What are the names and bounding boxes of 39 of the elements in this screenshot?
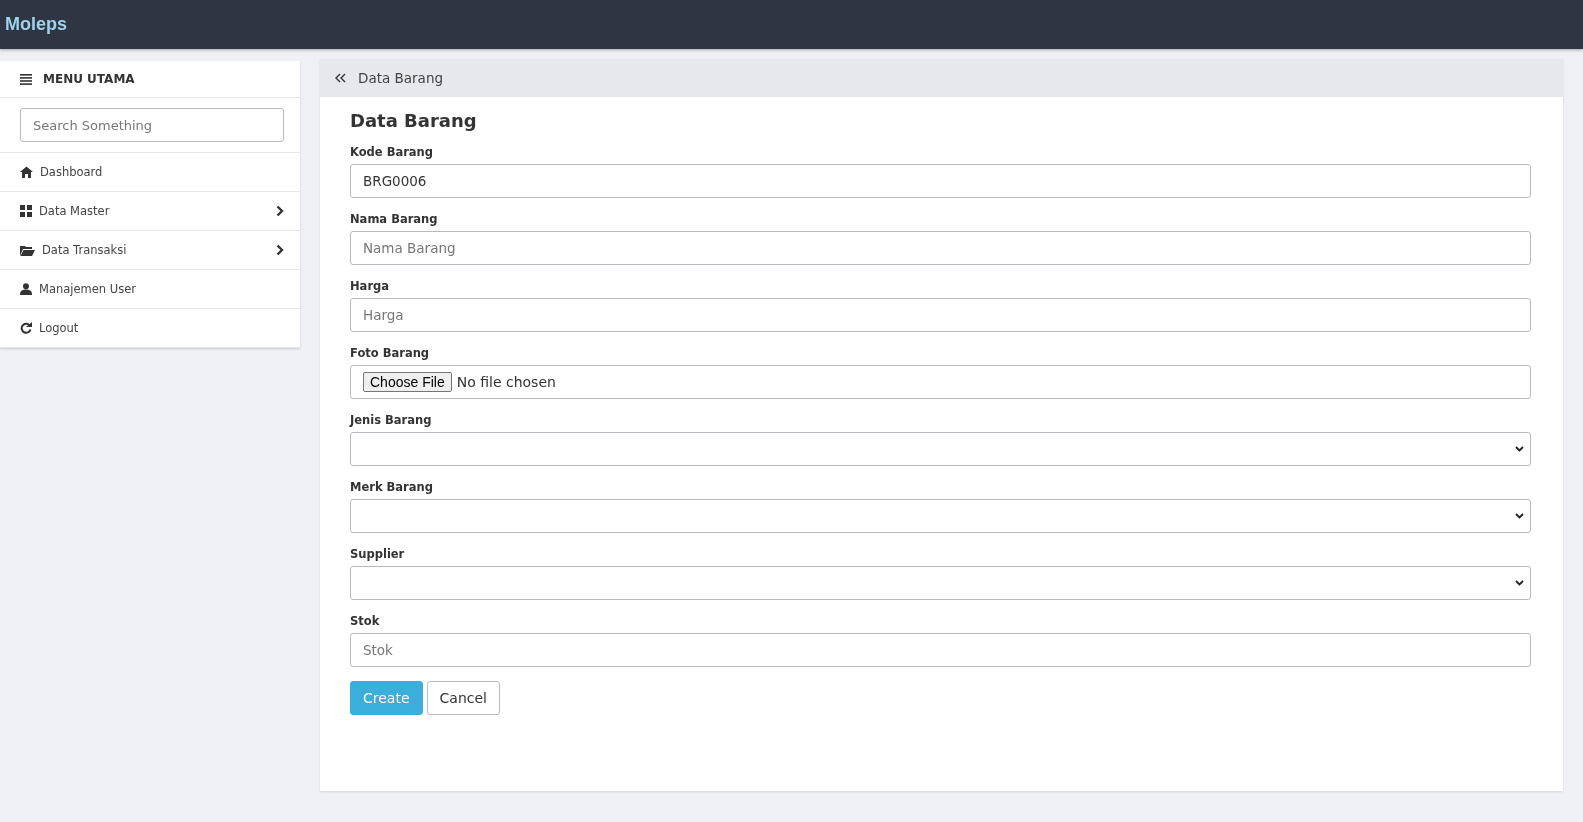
sidebar-item[interactable]: Dashboard — [0, 153, 300, 192]
sidebar-item[interactable]: Data Transaksi — [0, 231, 300, 270]
field-label: Harga — [350, 279, 391, 293]
cancel-button[interactable]: Cancel — [426, 681, 500, 715]
logout-icon — [20, 322, 32, 334]
sidebar-title: MENU UTAMA — [43, 72, 135, 86]
form-title: Data Barang — [350, 110, 478, 131]
input-field[interactable]: BRG0006 — [350, 164, 1531, 198]
search-field[interactable]: Search Something — [20, 108, 284, 142]
sidebar-item[interactable]: Logout — [0, 309, 300, 348]
select-field[interactable] — [350, 432, 1531, 466]
field-label: Nama Barang — [350, 212, 439, 226]
caret-icon — [1515, 446, 1524, 452]
brand-logo[interactable]: Moleps — [5, 14, 67, 35]
folder-icon — [20, 244, 35, 256]
caret-icon — [1515, 513, 1524, 519]
field-label: Merk Barang — [350, 480, 434, 494]
field-label: Supplier — [350, 547, 406, 561]
user-icon — [20, 283, 32, 295]
field-label: Stok — [350, 614, 381, 628]
field-label: Foto Barang — [350, 346, 431, 360]
input-field[interactable]: Stok — [350, 633, 1531, 667]
file-status-text: No file chosen — [456, 374, 556, 390]
breadcrumb-label: Data Barang — [358, 70, 443, 86]
caret-icon — [1515, 580, 1524, 586]
choose-file-button[interactable]: Choose File — [363, 372, 452, 392]
grid-icon — [20, 205, 32, 217]
file-input-field[interactable]: Choose File No file chosen — [350, 365, 1531, 399]
sidebar-item[interactable]: Data Master — [0, 192, 300, 231]
select-field[interactable] — [350, 566, 1531, 600]
sidebar-item[interactable]: Manajemen User — [0, 270, 300, 309]
field-label: Jenis Barang — [350, 413, 433, 427]
double-chevron-left-icon[interactable] — [335, 73, 346, 83]
select-field[interactable] — [350, 499, 1531, 533]
field-label: Kode Barang — [350, 145, 435, 159]
menu-icon — [20, 73, 32, 85]
input-field[interactable]: Harga — [350, 298, 1531, 332]
input-field[interactable]: Nama Barang — [350, 231, 1531, 265]
home-icon — [20, 166, 33, 178]
